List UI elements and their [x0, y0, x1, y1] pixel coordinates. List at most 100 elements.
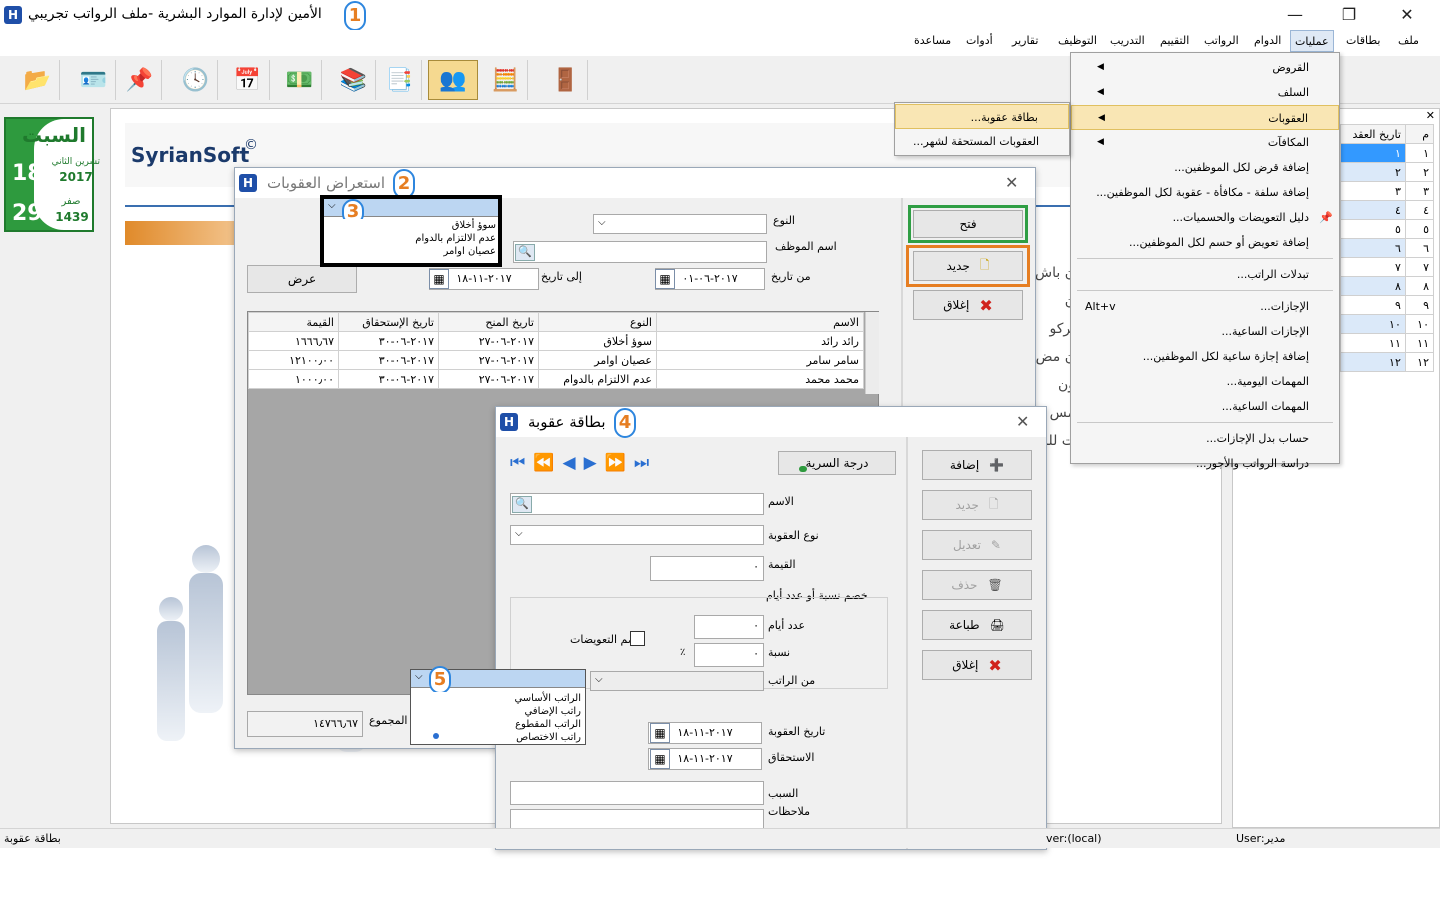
print-button[interactable]: 🖨 طباعة — [922, 610, 1032, 640]
grid-cell[interactable]: ١١ — [1340, 333, 1406, 353]
grid-header-contract-date[interactable]: تاريخ العقد — [1340, 124, 1406, 144]
grid-cell[interactable]: ٢ — [1404, 162, 1435, 182]
salary-option[interactable]: الراتب المقطوع — [413, 718, 581, 731]
grid-cell[interactable]: ٨ — [1340, 276, 1406, 296]
menu-hourly-tasks[interactable]: المهمات الساعية... — [1071, 394, 1339, 419]
menu-training[interactable]: التدريب — [1106, 30, 1149, 52]
menu-attendance[interactable]: الدوام — [1250, 30, 1285, 52]
type-dropdown-list[interactable]: سوؤ أخلاق عدم الالتزام بالدوام عصيان اوا… — [328, 219, 498, 258]
menu-help[interactable]: مساعدة — [910, 30, 955, 52]
grid-cell[interactable]: ١١ — [1404, 333, 1435, 353]
add-pin-icon[interactable]: 📌 — [118, 60, 162, 100]
grid-header-number[interactable]: م — [1404, 124, 1435, 144]
value-input[interactable]: ٠ — [650, 556, 764, 581]
grid-cell[interactable]: ٤ — [1340, 200, 1406, 220]
menu-add-comp-all[interactable]: إضافة تعويض أو حسم لكل الموظفين... — [1071, 230, 1339, 255]
salary-option[interactable]: الراتب الأساسي — [413, 692, 581, 705]
menu-comp-guide[interactable]: دليل التعويضات والحسميات... 📌 — [1071, 205, 1339, 230]
grid-cell[interactable]: ٦ — [1340, 238, 1406, 258]
contracts-grid[interactable]: تاريخ العقد م ١١ ٢٢ ٣٣ ٤٤ ٥٥ ٦٦ ٧٧ ٨٨ ٩٩… — [1340, 124, 1435, 372]
menu-leave-allowance[interactable]: حساب بدل الإجازات... — [1071, 426, 1339, 451]
secrecy-button[interactable]: درجة السرية — [778, 451, 896, 475]
menu-rewards[interactable]: المكافآت ◀ — [1071, 130, 1339, 155]
grid-cell[interactable]: ٨ — [1404, 276, 1435, 296]
search-icon[interactable]: 🔍 — [515, 244, 535, 261]
grid-cell[interactable]: ١ — [1340, 143, 1406, 163]
close-window-button[interactable]: ✕ — [1384, 0, 1430, 30]
include-comp-checkbox[interactable] — [630, 631, 645, 646]
grid-cell[interactable]: ١ — [1404, 143, 1435, 163]
open-folder-icon[interactable]: 📂 — [16, 60, 60, 100]
table-row[interactable]: ١٢١٠٠٫٠٠ ٢٠١٧-٠٦-٣٠ ٢٠١٧-٠٦-٢٧ عصيان اوا… — [248, 350, 864, 370]
menu-loans[interactable]: القروض ◀ — [1071, 55, 1339, 80]
penalties-table[interactable]: القيمة تاريخ الإستحقاق تاريخ المنح النوع… — [248, 312, 864, 389]
open-button[interactable]: فتح — [913, 210, 1023, 238]
grid-cell[interactable]: ١٢ — [1340, 352, 1406, 372]
name-input[interactable] — [510, 493, 764, 515]
grid-cell[interactable]: ١٢ — [1404, 352, 1435, 372]
menu-evaluation[interactable]: التقييم — [1156, 30, 1193, 52]
menu-file[interactable]: ملف — [1394, 30, 1423, 52]
type-combo[interactable]: ⌵ — [593, 214, 767, 234]
grid-cell[interactable]: ٩ — [1404, 295, 1435, 315]
calendar-clock-icon[interactable]: 📅 — [226, 60, 270, 100]
right-panel-close-icon[interactable]: ✕ — [1426, 109, 1435, 122]
menu-recruitment[interactable]: التوظيف — [1054, 30, 1101, 52]
books-icon[interactable]: 📚 — [332, 60, 376, 100]
clock-icon[interactable]: 🕓 — [174, 60, 218, 100]
exit-door-icon[interactable]: 🚪 — [544, 60, 588, 100]
card-window-close-icon[interactable]: ✕ — [1016, 407, 1029, 437]
menu-advances[interactable]: السلف ◀ — [1071, 80, 1339, 105]
col-type[interactable]: النوع — [538, 312, 657, 332]
table-row[interactable]: ١٦٦٦٫٦٧ ٢٠١٧-٠٦-٣٠ ٢٠١٧-٠٦-٢٧ سوؤ أخلاق … — [248, 331, 864, 351]
calendar-icon[interactable]: ▦ — [429, 269, 449, 289]
employee-input[interactable] — [513, 241, 767, 263]
type-option[interactable]: سوؤ أخلاق — [328, 219, 496, 232]
table-row[interactable]: ١٠٠٠٫٠٠ ٢٠١٧-٠٦-٣٠ ٢٠١٧-٠٦-٢٧ عدم الالتز… — [248, 369, 864, 389]
grid-cell[interactable]: ٧ — [1340, 257, 1406, 277]
menu-salary-study[interactable]: دراسة الرواتب والأجور... — [1071, 451, 1339, 476]
next-page-icon[interactable]: ⏩ — [605, 453, 634, 473]
menu-hourly-leaves[interactable]: الإجازات الساعية... — [1071, 319, 1339, 344]
search-icon[interactable]: 🔍 — [512, 496, 532, 513]
prev-page-icon[interactable]: ⏪ — [533, 453, 562, 473]
review-window-close-icon[interactable]: ✕ — [1005, 168, 1018, 198]
col-due-date[interactable]: تاريخ الإستحقاق — [338, 312, 439, 332]
col-grant-date[interactable]: تاريخ المنح — [438, 312, 539, 332]
calendar-icon[interactable]: ▦ — [650, 749, 670, 769]
grid-cell[interactable]: ٥ — [1404, 219, 1435, 239]
calculator-icon[interactable]: 🧮 — [484, 60, 528, 100]
menu-add-advance-all[interactable]: إضافة سلفة - مكافأة - عقوبة لكل الموظفين… — [1071, 180, 1339, 205]
calendar-icon[interactable]: ▦ — [650, 723, 670, 743]
penalty-type-combo[interactable]: ⌵ — [510, 525, 764, 545]
percent-input[interactable]: ٠ — [694, 643, 764, 667]
from-salary-combo[interactable]: ⌵ — [590, 671, 764, 691]
table-scrollbar[interactable] — [865, 312, 879, 394]
grid-cell[interactable]: ٩ — [1340, 295, 1406, 315]
users-folder-icon[interactable]: 👥 — [428, 60, 478, 100]
calendar-icon[interactable]: ▦ — [655, 269, 675, 289]
delete-button[interactable]: 🗑 حذف — [922, 570, 1032, 600]
grid-cell[interactable]: ٤ — [1404, 200, 1435, 220]
menu-penalties[interactable]: العقوبات ◀ — [1071, 105, 1339, 130]
close-button[interactable]: ✖ إغلاق — [913, 290, 1023, 320]
new-button[interactable]: 🗋 جديد — [922, 490, 1032, 520]
restore-button[interactable]: ❐ — [1326, 0, 1372, 30]
grid-cell[interactable]: ١٠ — [1340, 314, 1406, 334]
menu-daily-tasks[interactable]: المهمات اليومية... — [1071, 369, 1339, 394]
show-button[interactable]: عرض — [247, 265, 357, 293]
type-option[interactable]: عصيان اوامر — [328, 245, 497, 258]
last-record-icon[interactable]: ⏭ — [634, 453, 657, 473]
menu-salary-changes[interactable]: تبدلات الراتب... — [1071, 262, 1339, 287]
grid-cell[interactable]: ١٠ — [1404, 314, 1435, 334]
grid-cell[interactable]: ٦ — [1404, 238, 1435, 258]
grid-cell[interactable]: ٣ — [1404, 181, 1435, 201]
reason-input[interactable] — [510, 781, 764, 805]
grid-cell[interactable]: ٣ — [1340, 181, 1406, 201]
new-button[interactable]: 🗋 جديد — [913, 251, 1023, 281]
next-record-icon[interactable]: ▶ — [584, 453, 605, 473]
menu-penalty-card[interactable]: بطاقة عقوبة... — [895, 104, 1069, 129]
menu-salaries[interactable]: الرواتب — [1200, 30, 1243, 52]
minimize-button[interactable]: — — [1272, 0, 1318, 30]
money-icon[interactable]: 💵 — [278, 60, 322, 100]
